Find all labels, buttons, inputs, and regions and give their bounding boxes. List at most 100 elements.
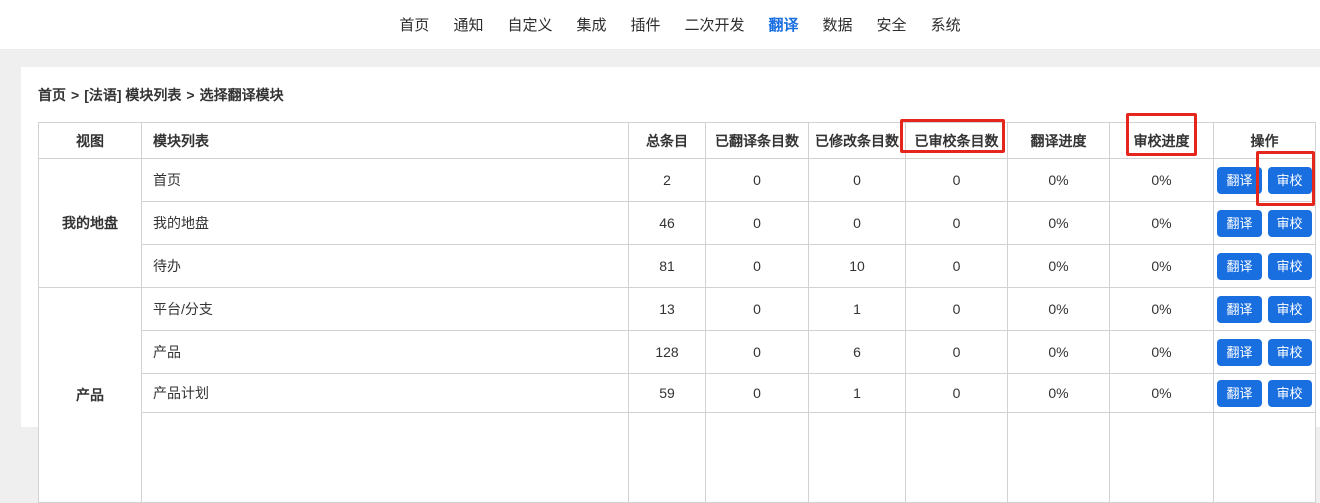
breadcrumb-segment-1[interactable]: [法语] 模块列表 [84, 87, 181, 103]
module-name: 首页 [141, 158, 629, 202]
column-header-reviewed-count: 已审校条目数 [905, 122, 1008, 159]
total-cell: 13 [628, 287, 706, 331]
reviewed-cell: 0 [905, 373, 1008, 413]
review-progress-cell: 0% [1109, 244, 1214, 288]
column-header-translate-progress: 翻译进度 [1007, 122, 1110, 159]
review-progress-cell: 0% [1109, 373, 1214, 413]
top-navigation: 首页 通知 自定义 集成 插件 二次开发 翻译 数据 安全 系统 [0, 0, 1320, 50]
review-button[interactable]: 审校 [1267, 379, 1312, 407]
total-cell: 81 [628, 244, 706, 288]
nav-item-9[interactable]: 系统 [931, 14, 961, 35]
total-cell: 128 [628, 330, 706, 374]
nav-item-5[interactable]: 二次开发 [685, 14, 745, 35]
review-progress-cell: 0% [1109, 287, 1214, 331]
translate-progress-cell: 0% [1007, 373, 1110, 413]
nav-item-2[interactable]: 自定义 [507, 14, 552, 35]
actions-cell: 翻译 审校 [1213, 373, 1316, 413]
breadcrumb-separator: > [71, 87, 80, 103]
table-row: 产品计划 59 0 1 0 0% 0% 翻译 审校 [39, 373, 1316, 413]
column-header-view: 视图 [38, 122, 142, 159]
modified-cell: 1 [808, 287, 906, 331]
empty-cell [141, 412, 629, 503]
nav-item-0[interactable]: 首页 [399, 14, 429, 35]
reviewed-cell: 0 [905, 287, 1008, 331]
breadcrumb-segment-2: 选择翻译模块 [199, 87, 284, 103]
actions-cell: 翻译 审校 [1213, 244, 1316, 288]
review-button[interactable]: 审校 [1267, 209, 1312, 237]
module-name: 我的地盘 [141, 201, 629, 245]
nav-item-4[interactable]: 插件 [630, 14, 660, 35]
modified-cell: 0 [808, 158, 906, 202]
total-cell: 2 [628, 158, 706, 202]
actions-cell: 翻译 审校 [1213, 201, 1316, 245]
view-group-label: 我的地盘 [38, 158, 142, 288]
table-row-cutoff [39, 412, 1316, 503]
column-header-actions: 操作 [1213, 122, 1316, 159]
table-row: 产品 128 0 6 0 0% 0% 翻译 审校 [39, 330, 1316, 374]
translated-cell: 0 [705, 373, 809, 413]
content-panel: 首页 > [法语] 模块列表 > 选择翻译模块 视图 模块列表 总条目 已翻译条目数 已… [21, 67, 1320, 503]
translate-button[interactable]: 翻译 [1217, 338, 1262, 366]
translate-progress-cell: 0% [1007, 201, 1110, 245]
column-header-review-progress: 审校进度 [1109, 122, 1214, 159]
translate-button[interactable]: 翻译 [1217, 252, 1262, 280]
table-header-row: 视图 模块列表 总条目 已翻译条目数 已修改条目数 已审校条目数 翻译进度 审校… [38, 122, 1316, 159]
empty-cell [808, 412, 906, 503]
empty-cell [1213, 412, 1316, 503]
review-progress-cell: 0% [1109, 158, 1214, 202]
column-header-translated-count: 已翻译条目数 [705, 122, 809, 159]
view-group-label: 产品 [38, 287, 142, 503]
reviewed-cell: 0 [905, 330, 1008, 374]
reviewed-cell: 0 [905, 158, 1008, 202]
reviewed-cell: 0 [905, 244, 1008, 288]
translate-button[interactable]: 翻译 [1217, 379, 1262, 407]
empty-cell [705, 412, 809, 503]
translate-button[interactable]: 翻译 [1217, 209, 1262, 237]
total-cell: 59 [628, 373, 706, 413]
translated-cell: 0 [705, 244, 809, 288]
empty-cell [628, 412, 706, 503]
translation-modules-table: 视图 模块列表 总条目 已翻译条目数 已修改条目数 已审校条目数 翻译进度 审校… [38, 122, 1316, 503]
actions-cell: 翻译 审校 [1213, 158, 1316, 202]
module-name: 产品 [141, 330, 629, 374]
translated-cell: 0 [705, 158, 809, 202]
translate-button[interactable]: 翻译 [1217, 295, 1262, 323]
translated-cell: 0 [705, 330, 809, 374]
breadcrumb-segment-0[interactable]: 首页 [38, 87, 66, 103]
table-row: 我的地盘 首页 2 0 0 0 0% 0% 翻译 审校 [38, 158, 1316, 288]
module-name: 待办 [141, 244, 629, 288]
module-name: 产品计划 [141, 373, 629, 413]
nav-item-8[interactable]: 安全 [877, 14, 907, 35]
translate-progress-cell: 0% [1007, 287, 1110, 331]
modified-cell: 6 [808, 330, 906, 374]
module-name: 平台/分支 [141, 287, 629, 331]
review-progress-cell: 0% [1109, 330, 1214, 374]
review-button[interactable]: 审校 [1267, 338, 1312, 366]
translate-button[interactable]: 翻译 [1217, 166, 1262, 194]
table-row: 产品 平台/分支 13 0 1 0 0% 0% 翻译 审校 [38, 287, 1316, 503]
review-button[interactable]: 审校 [1267, 295, 1312, 323]
breadcrumb: 首页 > [法语] 模块列表 > 选择翻译模块 [21, 67, 1320, 105]
table-row: 我的地盘 46 0 0 0 0% 0% 翻译 审校 [39, 201, 1316, 245]
modified-cell: 10 [808, 244, 906, 288]
review-button[interactable]: 审校 [1267, 166, 1312, 194]
nav-item-1[interactable]: 通知 [453, 14, 483, 35]
translated-cell: 0 [705, 201, 809, 245]
empty-cell [1109, 412, 1214, 503]
review-progress-cell: 0% [1109, 201, 1214, 245]
modified-cell: 0 [808, 201, 906, 245]
column-header-modified-count: 已修改条目数 [808, 122, 906, 159]
actions-cell: 翻译 审校 [1213, 330, 1316, 374]
translated-cell: 0 [705, 287, 809, 331]
nav-item-3[interactable]: 集成 [576, 14, 606, 35]
actions-cell: 翻译 审校 [1213, 287, 1316, 331]
nav-item-7[interactable]: 数据 [823, 14, 853, 35]
nav-item-6[interactable]: 翻译 [769, 14, 799, 35]
table-row: 待办 81 0 10 0 0% 0% 翻译 审校 [39, 244, 1316, 288]
translate-progress-cell: 0% [1007, 158, 1110, 202]
translate-progress-cell: 0% [1007, 244, 1110, 288]
empty-cell [905, 412, 1008, 503]
review-button[interactable]: 审校 [1267, 252, 1312, 280]
empty-cell [1007, 412, 1110, 503]
table-body: 我的地盘 首页 2 0 0 0 0% 0% 翻译 审校 我的地盘 46 0 0 0 0% 0% 翻译 审校 待办 81 0… [38, 158, 1316, 503]
